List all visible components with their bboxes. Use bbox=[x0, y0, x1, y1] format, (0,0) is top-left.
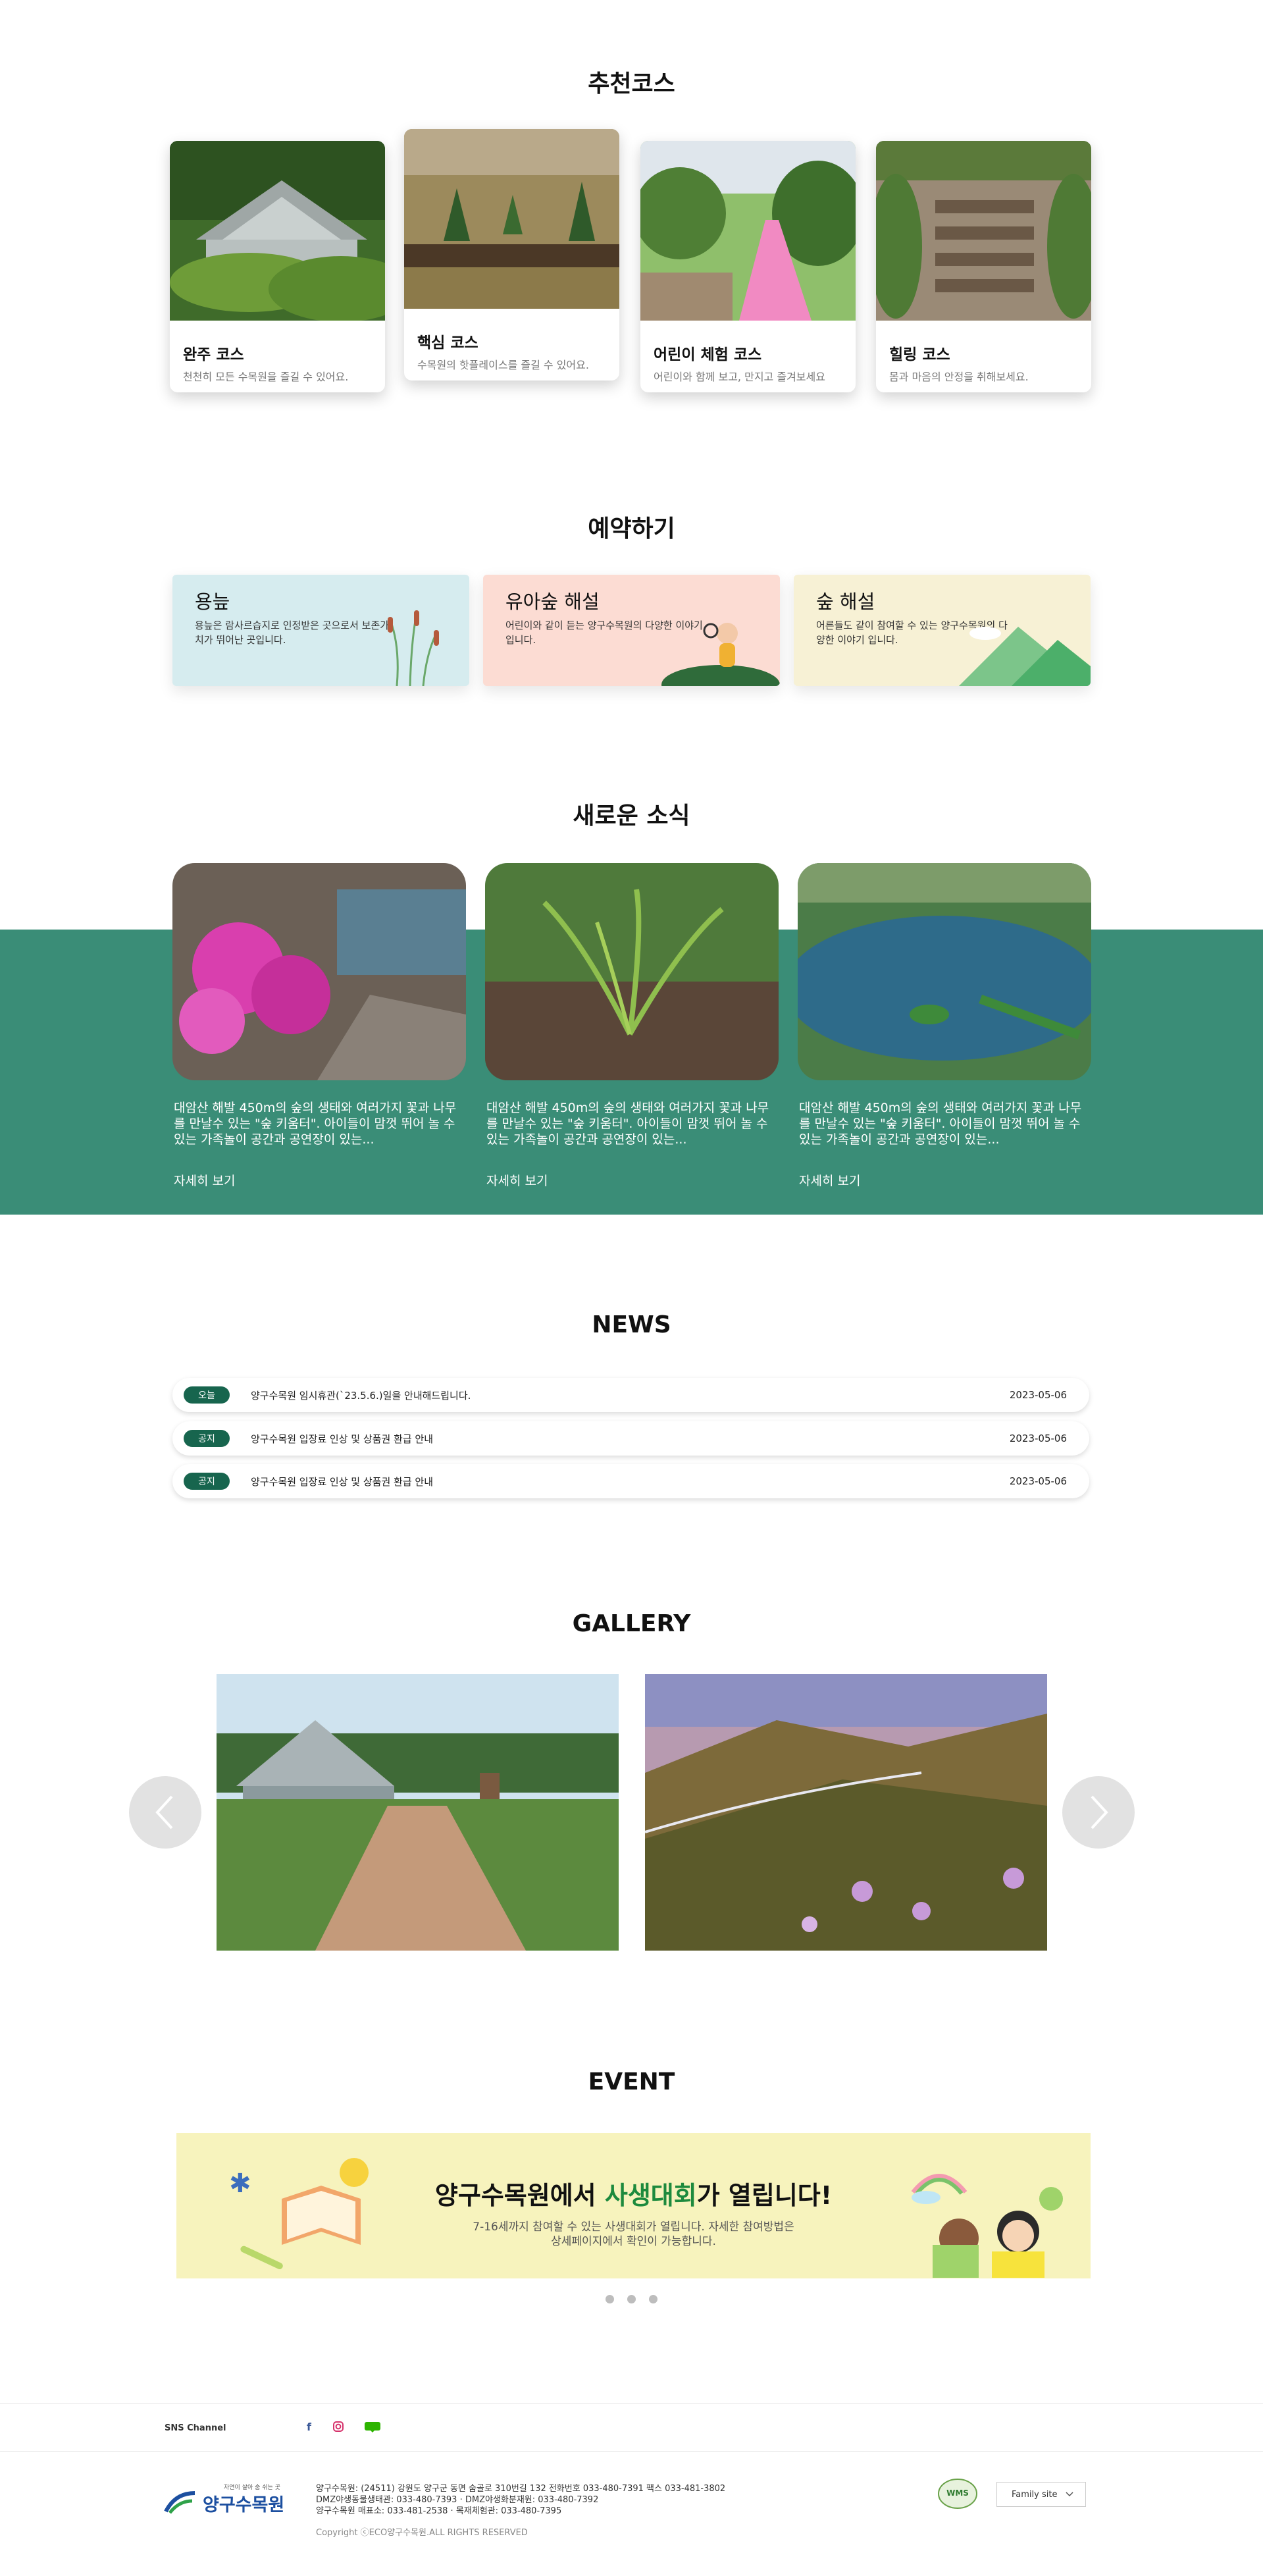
news-row[interactable]: 오늘 양구수목원 임시휴관(`23.5.6.)일을 안내해드립니다. 2023-… bbox=[172, 1378, 1089, 1412]
news-text: 양구수목원 입장료 인상 및 상품권 환급 안내 bbox=[251, 1475, 434, 1488]
course-desc: 천천히 모든 수목원을 즐길 수 있어요. bbox=[183, 371, 349, 383]
reserve-title: 유아숲 해설 bbox=[505, 591, 600, 613]
course-desc: 어린이와 함께 보고, 만지고 즐겨보세요 bbox=[654, 371, 825, 383]
footer-address-line: 양구수목원: (24511) 강원도 양구군 동면 숨골로 310번길 132 … bbox=[316, 2484, 726, 2494]
more-link[interactable]: 자세히 보기 bbox=[485, 1171, 779, 1189]
sns-label: SNS Channel bbox=[165, 2423, 226, 2433]
chevron-down-icon bbox=[1066, 2492, 1073, 2497]
latest-text: 대암산 해발 450m의 숲의 생태와 여러가지 꽃과 나무를 만날수 있는 "… bbox=[486, 1101, 769, 1147]
kids-illustration bbox=[911, 2174, 1063, 2278]
latest-image bbox=[172, 863, 466, 1080]
latest-card[interactable]: 대암산 해발 450m의 숲의 생태와 여러가지 꽃과 나무를 만날수 있는 "… bbox=[172, 863, 466, 1189]
news-badge: 공지 bbox=[184, 1473, 230, 1490]
logo-name: 양구수목원 bbox=[203, 2495, 285, 2515]
reserve-card-kids-forest[interactable]: 유아숲 해설 어린이와 같이 듣는 양구수목원의 다양한 이야기 입니다. bbox=[483, 575, 780, 686]
news-text: 양구수목원 임시휴관(`23.5.6.)일을 안내해드립니다. bbox=[251, 1389, 471, 1402]
course-desc: 수목원의 핫플레이스를 즐길 수 있어요. bbox=[417, 359, 589, 371]
section-title-reserve: 예약하기 bbox=[588, 515, 675, 542]
course-title: 힐링 코스 bbox=[889, 346, 950, 363]
event-banner[interactable]: ✱ 양구수목원에서 사생대회가 열립니다! 7-16세까지 참여할 수 있는 사… bbox=[176, 2133, 1091, 2278]
footer-copyright: Copyright ⓒECO양구수목원.ALL RIGHTS RESERVED bbox=[316, 2528, 528, 2538]
reed-illustration bbox=[388, 610, 439, 686]
more-link[interactable]: 자세히 보기 bbox=[172, 1171, 466, 1189]
reserve-card-yongneup[interactable]: 용늪 용늪은 람사르습지로 인정받은 곳으로서 보존가치가 뛰어난 곳입니다. bbox=[172, 575, 469, 686]
course-card[interactable]: 완주 코스 천천히 모든 수목원을 즐길 수 있어요. bbox=[170, 141, 385, 392]
section-title-latest: 새로운 소식 bbox=[573, 802, 690, 829]
mountain-illustration bbox=[959, 627, 1091, 686]
reserve-card-forest-guide[interactable]: 숲 해설 어른들도 같이 참여할 수 있는 양구수목원의 다양한 이야기 입니다… bbox=[794, 575, 1091, 686]
latest-image bbox=[798, 863, 1091, 1080]
gallery-prev-button[interactable] bbox=[129, 1776, 201, 1849]
chevron-left-icon bbox=[155, 1795, 173, 1829]
news-date: 2023-05-06 bbox=[1009, 1475, 1067, 1487]
news-row[interactable]: 공지 양구수목원 입장료 인상 및 상품권 환급 안내 2023-05-06 bbox=[172, 1421, 1089, 1456]
news-row[interactable]: 공지 양구수목원 입장료 인상 및 상품권 환급 안내 2023-05-06 bbox=[172, 1464, 1089, 1498]
chevron-right-icon bbox=[1091, 1795, 1108, 1829]
section-title-gallery: GALLERY bbox=[572, 1610, 691, 1637]
news-badge: 오늘 bbox=[184, 1386, 230, 1404]
course-image bbox=[170, 141, 385, 322]
family-site-select[interactable]: Family site bbox=[996, 2482, 1086, 2507]
carousel-dot[interactable] bbox=[627, 2295, 636, 2303]
latest-card[interactable]: 대암산 해발 450m의 숲의 생태와 여러가지 꽃과 나무를 만날수 있는 "… bbox=[798, 863, 1091, 1189]
logo-mark-icon bbox=[164, 2491, 195, 2514]
course-image bbox=[640, 141, 856, 321]
course-title: 핵심 코스 bbox=[417, 334, 478, 352]
page: 추천코스 완주 코스 천천히 모든 수목원을 즐길 수 있어요. 핵심 코스 수… bbox=[0, 0, 1263, 2576]
svg-text:f: f bbox=[307, 2421, 312, 2432]
course-card[interactable]: 어린이 체험 코스 어린이와 함께 보고, 만지고 즐겨보세요 bbox=[640, 141, 856, 392]
news-date: 2023-05-06 bbox=[1009, 1433, 1067, 1444]
latest-card[interactable]: 대암산 해발 450m의 숲의 생태와 여러가지 꽃과 나무를 만날수 있는 "… bbox=[485, 863, 779, 1189]
footer-address-line: DMZ야생동물생태관: 033-480-7393 · DMZ야생화분재원: 03… bbox=[316, 2495, 599, 2505]
section-title-recommend: 추천코스 bbox=[588, 70, 675, 97]
course-title: 완주 코스 bbox=[183, 346, 244, 363]
child-illustration bbox=[661, 623, 780, 686]
reserve-desc: 용늪은 람사르습지로 인정받은 곳으로서 보존가치가 뛰어난 곳입니다. bbox=[195, 619, 390, 646]
course-title: 어린이 체험 코스 bbox=[654, 346, 762, 363]
course-card[interactable]: 힐링 코스 몸과 마음의 안정을 취해보세요. bbox=[876, 141, 1091, 392]
event-title-part: 양구수목원에서 bbox=[434, 2181, 605, 2210]
family-site-label: Family site bbox=[1012, 2489, 1058, 2500]
news-badge: 공지 bbox=[184, 1430, 230, 1447]
footer-logo[interactable]: 자연이 살아 숨 쉬는 곳 양구수목원 bbox=[163, 2483, 295, 2515]
footer-divider bbox=[0, 2403, 1263, 2404]
news-text: 양구수목원 입장료 인상 및 상품권 환급 안내 bbox=[251, 1433, 434, 1445]
section-title-news: NEWS bbox=[592, 1311, 671, 1338]
footer-address-line: 양구수목원 매표소: 033-481-2538 · 목재체험관: 033-480… bbox=[316, 2506, 562, 2516]
course-image bbox=[404, 129, 619, 309]
course-desc: 몸과 마음의 안정을 취해보세요. bbox=[889, 371, 1029, 383]
carousel-dot[interactable] bbox=[649, 2295, 657, 2303]
instagram-icon[interactable] bbox=[332, 2421, 344, 2432]
gallery-image[interactable] bbox=[645, 1674, 1047, 1951]
latest-text: 대암산 해발 450m의 숲의 생태와 여러가지 꽃과 나무를 만날수 있는 "… bbox=[799, 1101, 1082, 1147]
reserve-title: 용늪 bbox=[195, 591, 230, 613]
wms-label: WMS bbox=[946, 2488, 969, 2498]
event-title-part: 가 열립니다! bbox=[696, 2181, 833, 2210]
course-image bbox=[876, 141, 1091, 321]
blog-icon[interactable] bbox=[364, 2421, 381, 2432]
wms-badge[interactable]: WMS bbox=[937, 2478, 978, 2510]
latest-image bbox=[485, 863, 779, 1080]
footer-divider bbox=[0, 2451, 1263, 2452]
section-title-event: EVENT bbox=[588, 2068, 675, 2095]
course-card[interactable]: 핵심 코스 수목원의 핫플레이스를 즐길 수 있어요. bbox=[404, 129, 619, 381]
latest-text: 대암산 해발 450m의 숲의 생태와 여러가지 꽃과 나무를 만날수 있는 "… bbox=[174, 1101, 457, 1147]
gallery-image[interactable] bbox=[217, 1674, 619, 1951]
carousel-dot[interactable] bbox=[606, 2295, 614, 2303]
more-link[interactable]: 자세히 보기 bbox=[798, 1171, 1091, 1189]
gallery-next-button[interactable] bbox=[1062, 1776, 1135, 1849]
event-title-highlight: 사생대회 bbox=[604, 2181, 697, 2210]
news-date: 2023-05-06 bbox=[1009, 1389, 1067, 1401]
facebook-icon[interactable]: f bbox=[304, 2421, 315, 2433]
reserve-title: 숲 해설 bbox=[816, 591, 875, 613]
